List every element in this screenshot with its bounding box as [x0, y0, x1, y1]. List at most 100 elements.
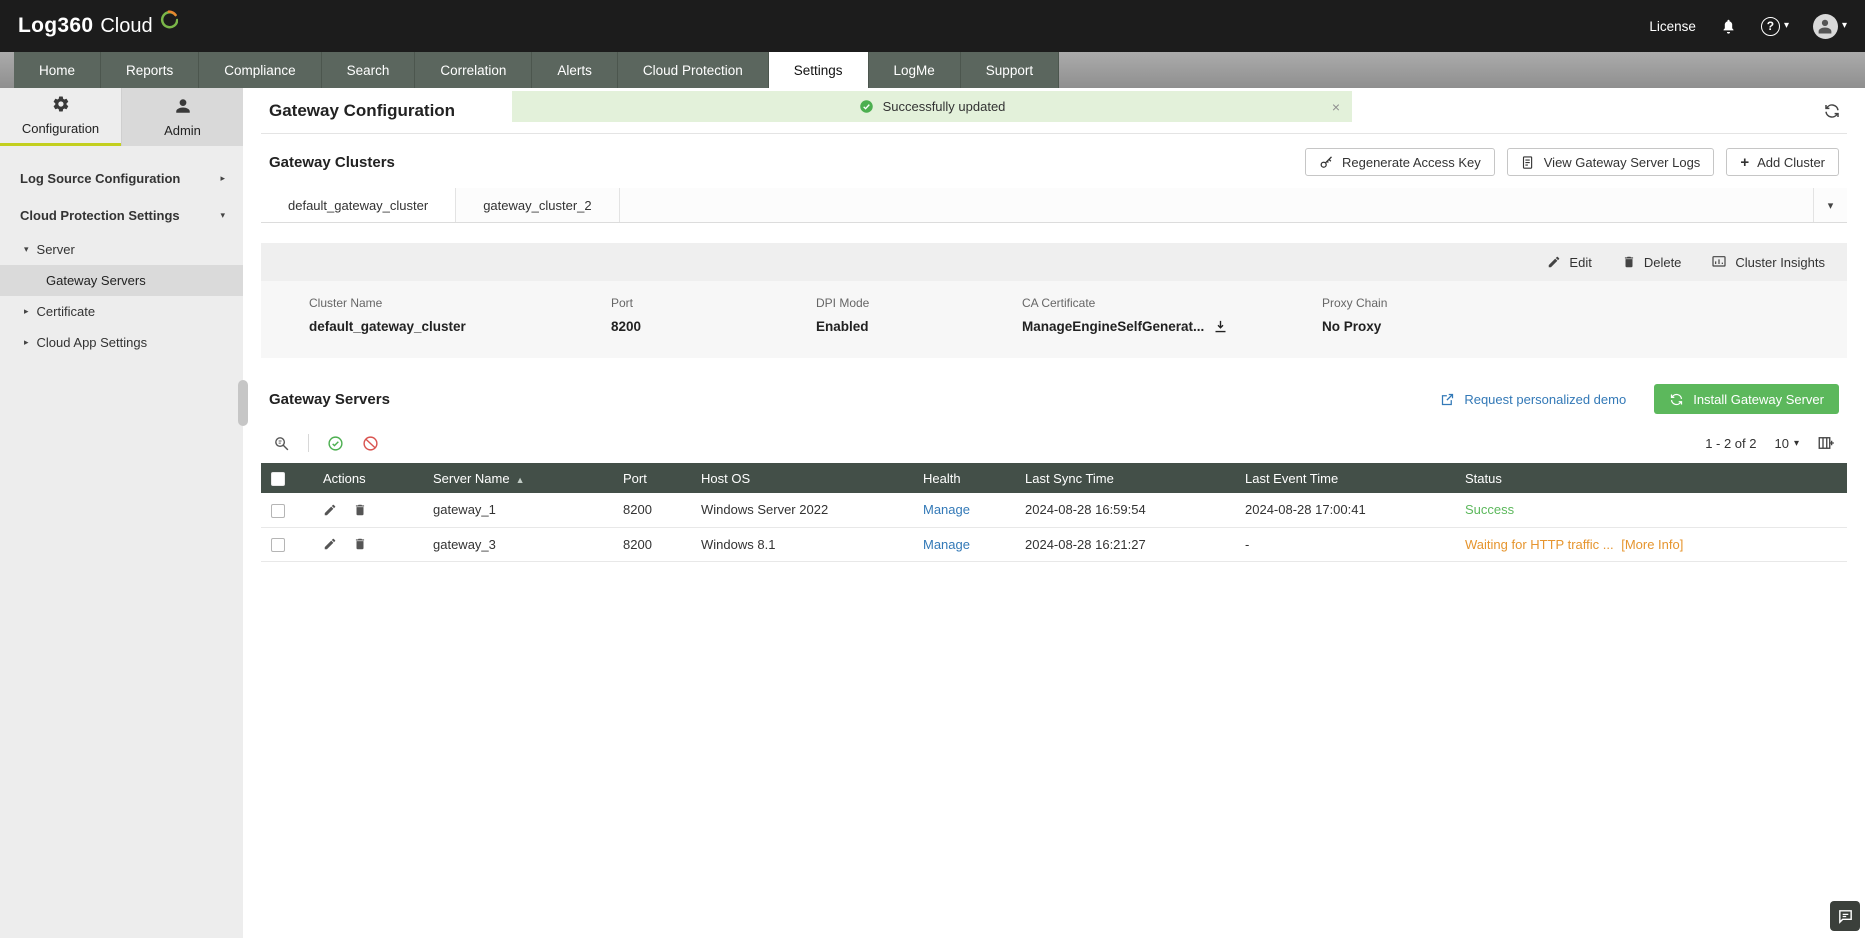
- topbar-actions: License ? ▾ ▾: [1649, 13, 1847, 39]
- sidebar-item-cloud-app-settings[interactable]: ▸ Cloud App Settings: [0, 327, 243, 358]
- sidebar-item-gateway-servers[interactable]: Gateway Servers: [0, 265, 243, 296]
- nav-tab-compliance[interactable]: Compliance: [199, 52, 322, 88]
- app-root: Log360 Cloud License ? ▾ ▾ Home Reports …: [0, 0, 1865, 938]
- refresh-icon[interactable]: [1823, 102, 1841, 120]
- cluster-details-panel: Edit Delete Cluster Insights Cluster Nam…: [261, 243, 1847, 358]
- nav-tab-support[interactable]: Support: [960, 52, 1060, 88]
- page-header: Gateway Configuration Successfully updat…: [261, 88, 1847, 134]
- select-all-checkbox[interactable]: [271, 471, 285, 486]
- action-label: Cluster Insights: [1735, 254, 1825, 270]
- servers-table-toolbar: 1 - 2 of 2 10 ▾: [261, 426, 1847, 460]
- sidebar-item-server[interactable]: ▾ Server: [0, 234, 243, 265]
- chat-bubble-icon: [1837, 908, 1854, 925]
- user-menu-button[interactable]: ▾: [1812, 13, 1847, 39]
- page-body: Configuration Admin Log Source Configura…: [0, 88, 1865, 938]
- close-icon[interactable]: ×: [1332, 99, 1340, 115]
- enable-server-icon[interactable]: [327, 435, 344, 452]
- col-header-server-name[interactable]: Server Name ▲: [423, 463, 613, 493]
- col-header-actions: Actions: [313, 463, 423, 493]
- nav-tab-settings[interactable]: Settings: [768, 52, 869, 88]
- pagination-label: 1 - 2 of 2: [1705, 435, 1757, 451]
- request-demo-link[interactable]: Request personalized demo: [1440, 392, 1626, 407]
- col-header-port: Port: [613, 463, 691, 493]
- page-size-dropdown[interactable]: 10 ▾: [1775, 436, 1800, 451]
- field-label: Cluster Name: [309, 296, 383, 310]
- add-cluster-button[interactable]: + Add Cluster: [1726, 148, 1839, 176]
- pencil-icon[interactable]: [323, 537, 337, 551]
- log360-logo[interactable]: Log360 Cloud: [18, 9, 179, 38]
- main-nav: Home Reports Compliance Search Correlati…: [0, 52, 1865, 88]
- button-label: Regenerate Access Key: [1342, 154, 1481, 170]
- tab-configuration[interactable]: Configuration: [0, 88, 121, 146]
- row-checkbox[interactable]: [271, 537, 285, 552]
- nav-tab-logme[interactable]: LogMe: [868, 52, 961, 88]
- nav-tab-search[interactable]: Search: [321, 52, 416, 88]
- install-gateway-server-button[interactable]: Install Gateway Server: [1654, 384, 1839, 414]
- cluster-insights-button[interactable]: Cluster Insights: [1711, 254, 1825, 270]
- view-gateway-server-logs-button[interactable]: View Gateway Server Logs: [1506, 148, 1715, 176]
- chat-feedback-button[interactable]: [1830, 901, 1860, 931]
- manage-link[interactable]: Manage: [923, 502, 970, 517]
- button-label: Add Cluster: [1757, 154, 1825, 170]
- nav-tab-home[interactable]: Home: [14, 52, 102, 88]
- col-header-health: Health: [913, 463, 1015, 493]
- top-bar: Log360 Cloud License ? ▾ ▾: [0, 0, 1865, 52]
- regenerate-access-key-button[interactable]: Regenerate Access Key: [1305, 148, 1495, 176]
- cell-server-name: gateway_3: [423, 527, 613, 562]
- cluster-tabs-dropdown[interactable]: ▾: [1813, 188, 1847, 222]
- col-header-last-sync-time: Last Sync Time: [1015, 463, 1235, 493]
- license-link[interactable]: License: [1649, 19, 1696, 34]
- field-port: Port 8200: [611, 296, 816, 334]
- column-chooser-icon[interactable]: [1817, 434, 1835, 452]
- chevron-down-icon: ▾: [1827, 199, 1834, 212]
- external-link-icon: [1440, 392, 1455, 407]
- edit-cluster-button[interactable]: Edit: [1547, 255, 1592, 270]
- chevron-down-icon: ▾: [1783, 20, 1789, 31]
- cluster-tab-gateway-cluster-2[interactable]: gateway_cluster_2: [456, 188, 620, 222]
- cluster-tab-default-gateway-cluster[interactable]: default_gateway_cluster: [261, 188, 457, 222]
- table-header-row: Actions Server Name ▲ Port Host OS Health…: [261, 463, 1847, 493]
- action-label: Delete: [1643, 254, 1682, 270]
- sidebar-collapse-handle[interactable]: [238, 380, 248, 426]
- nav-tab-alerts[interactable]: Alerts: [532, 52, 618, 88]
- cell-port: 8200: [613, 493, 691, 528]
- cell-last-sync: 2024-08-28 16:21:27: [1015, 527, 1235, 562]
- sidebar-item-cloud-protection-settings[interactable]: Cloud Protection Settings ▾: [0, 197, 243, 234]
- disable-server-icon[interactable]: [362, 435, 379, 452]
- nav-tab-cloud-protection[interactable]: Cloud Protection: [617, 52, 769, 88]
- row-actions: [323, 503, 413, 517]
- nav-tab-reports[interactable]: Reports: [101, 52, 200, 88]
- sidebar-item-certificate[interactable]: ▸ Certificate: [0, 296, 243, 327]
- sidebar-menu: Log Source Configuration ▸ Cloud Protect…: [0, 146, 243, 358]
- button-label: View Gateway Server Logs: [1543, 154, 1701, 170]
- cell-last-event: 2024-08-28 17:00:41: [1235, 493, 1455, 528]
- toast-message: Successfully updated: [882, 99, 1006, 114]
- toolbar-left: [273, 434, 379, 452]
- more-info-link[interactable]: [More Info]: [1621, 537, 1683, 552]
- download-icon[interactable]: [1213, 319, 1228, 334]
- manage-link[interactable]: Manage: [923, 537, 970, 552]
- tab-admin[interactable]: Admin: [121, 88, 243, 146]
- page-title: Gateway Configuration: [269, 100, 456, 120]
- col-label: Server Name: [433, 470, 510, 486]
- key-icon: [1319, 155, 1334, 170]
- sidebar-item-log-source-configuration[interactable]: Log Source Configuration ▸: [0, 160, 243, 197]
- delete-cluster-button[interactable]: Delete: [1622, 254, 1682, 270]
- help-icon: ?: [1760, 16, 1780, 36]
- trash-icon[interactable]: [353, 537, 367, 551]
- row-checkbox[interactable]: [271, 503, 285, 518]
- help-menu-button[interactable]: ? ▾: [1760, 16, 1789, 36]
- pencil-icon[interactable]: [323, 503, 337, 517]
- table-row: gateway_3 8200 Windows 8.1 Manage 2024-0…: [261, 527, 1847, 562]
- trash-icon[interactable]: [353, 503, 367, 517]
- field-proxy-chain: Proxy Chain No Proxy: [1322, 296, 1387, 334]
- nav-tab-correlation[interactable]: Correlation: [415, 52, 533, 88]
- status-badge: Waiting for HTTP traffic ...: [1465, 536, 1614, 552]
- logo-swoosh-icon: [158, 9, 179, 33]
- field-value: 8200: [611, 319, 642, 334]
- menu-label: Certificate: [36, 304, 96, 319]
- person-icon: [174, 97, 192, 118]
- field-value: ManageEngineSelfGenerat...: [1022, 319, 1322, 334]
- search-icon[interactable]: [273, 435, 290, 452]
- notifications-button[interactable]: [1720, 18, 1737, 35]
